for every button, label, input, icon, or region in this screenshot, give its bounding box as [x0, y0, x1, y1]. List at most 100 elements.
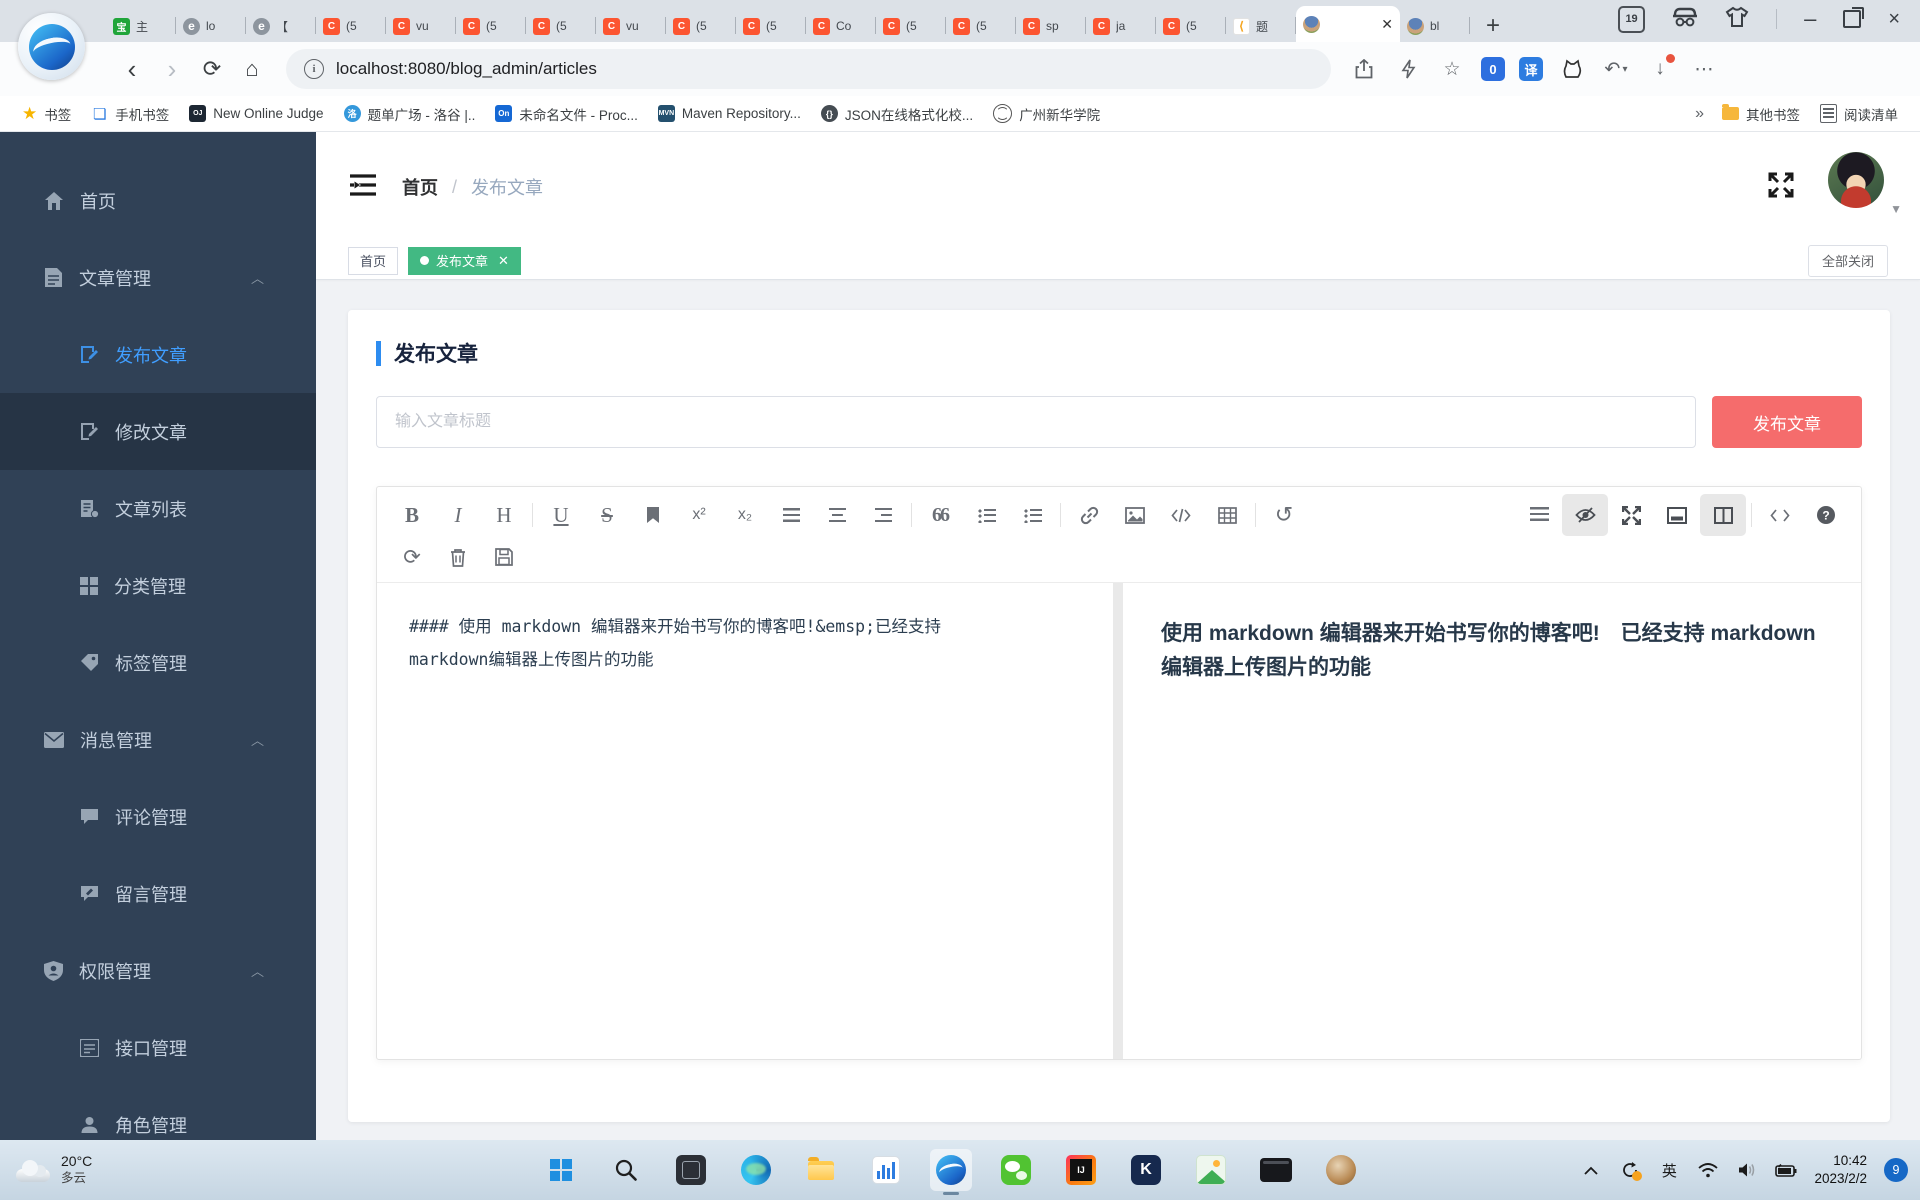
breadcrumb-home[interactable]: 首页 — [402, 174, 438, 200]
italic-icon[interactable]: I — [435, 494, 481, 536]
browser-tab[interactable]: Cvu — [596, 10, 666, 42]
volume-icon[interactable] — [1736, 1159, 1758, 1181]
fullscreen-editor-icon[interactable] — [1608, 494, 1654, 536]
unordered-list-icon[interactable] — [1009, 494, 1055, 536]
bookmark-item[interactable]: 洛题单广场 - 洛谷 |.. — [334, 101, 486, 127]
sidebar-group-permissions[interactable]: 权限管理 ︿ — [0, 932, 316, 1009]
bookmark-item[interactable]: ❏手机书签 — [81, 101, 179, 127]
forward-button[interactable]: › — [152, 49, 192, 89]
bookmark-item[interactable]: ★书签 — [12, 101, 81, 127]
sidebar-group-articles[interactable]: 文章管理 ︿ — [0, 239, 316, 316]
quote-icon[interactable]: 66 — [917, 494, 963, 536]
browser-tab[interactable]: Csp — [1016, 10, 1086, 42]
align-right-icon[interactable] — [860, 494, 906, 536]
sidebar-group-messages[interactable]: 消息管理 ︿ — [0, 701, 316, 778]
downloads-icon[interactable]: ↓ — [1645, 54, 1675, 84]
taskbar-app-chart[interactable] — [865, 1149, 907, 1191]
browser-tab[interactable]: Cvu — [386, 10, 456, 42]
subscript-icon[interactable]: x₂ — [722, 494, 768, 536]
browser-tab[interactable]: C(5 — [526, 10, 596, 42]
sidebar-item-article-list[interactable]: 文章列表 — [0, 470, 316, 547]
browser-tab[interactable]: elo — [176, 10, 246, 42]
tag-view-home[interactable]: 首页 — [348, 247, 398, 275]
performance-flash-icon[interactable] — [1393, 54, 1423, 84]
browser-tab[interactable]: e【 — [246, 10, 316, 42]
extension-pet-icon[interactable] — [1557, 54, 1587, 84]
sidebar-collapse-icon[interactable] — [350, 174, 376, 201]
sidebar-item-api-management[interactable]: 接口管理 — [0, 1009, 316, 1086]
bookmark-item[interactable]: OJNew Online Judge — [179, 101, 333, 127]
fullscreen-icon[interactable] — [1768, 172, 1794, 203]
share-icon[interactable] — [1349, 54, 1379, 84]
back-button[interactable]: ‹ — [112, 49, 152, 89]
new-tab-button[interactable]: + — [1486, 14, 1500, 38]
taskbar-app-pet[interactable] — [1320, 1149, 1362, 1191]
underline-icon[interactable]: U — [538, 494, 584, 536]
tab-close-icon[interactable]: ✕ — [1381, 16, 1393, 33]
translate-extension-icon[interactable]: 译 — [1519, 57, 1543, 81]
split-columns-icon[interactable] — [1700, 494, 1746, 536]
tag-view-publish-article[interactable]: 发布文章 ✕ — [408, 247, 521, 275]
bold-icon[interactable]: B — [389, 494, 435, 536]
html-source-icon[interactable] — [1757, 494, 1803, 536]
browser-tab[interactable]: C(5 — [456, 10, 526, 42]
publish-button[interactable]: 发布文章 — [1712, 396, 1862, 448]
search-button[interactable] — [605, 1149, 647, 1191]
bookmark-mark-icon[interactable] — [630, 494, 676, 536]
sidebar-item-publish-article[interactable]: 发布文章 — [0, 316, 316, 393]
header-icon[interactable]: H — [481, 494, 527, 536]
browser-tab[interactable]: bl — [1400, 10, 1470, 42]
tag-close-icon[interactable]: ✕ — [498, 253, 509, 269]
wifi-icon[interactable] — [1697, 1159, 1719, 1181]
address-bar[interactable]: i localhost:8080/blog_admin/articles — [286, 49, 1331, 89]
undo-icon[interactable]: ↺ — [1261, 494, 1307, 536]
bookmark-item[interactable]: {}JSON在线格式化校... — [811, 101, 983, 127]
taskbar-app-screen[interactable] — [1255, 1149, 1297, 1191]
home-button[interactable]: ⌂ — [232, 49, 272, 89]
align-left-icon[interactable] — [768, 494, 814, 536]
taskbar-app-file-explorer[interactable] — [800, 1149, 842, 1191]
save-icon[interactable] — [481, 536, 527, 578]
taskbar-app-wechat[interactable] — [995, 1149, 1037, 1191]
tab-count-badge[interactable]: 19 — [1618, 6, 1645, 33]
user-avatar[interactable] — [1828, 152, 1884, 208]
article-title-input[interactable] — [376, 396, 1696, 448]
browser-logo[interactable] — [18, 13, 85, 80]
notification-count-badge[interactable]: 9 — [1884, 1158, 1908, 1182]
sidebar-item-category-management[interactable]: 分类管理 — [0, 547, 316, 624]
bookmark-star-icon[interactable]: ☆ — [1437, 54, 1467, 84]
image-icon[interactable] — [1112, 494, 1158, 536]
browser-tab[interactable]: C(5 — [876, 10, 946, 42]
sidebar-item-home[interactable]: 首页 — [0, 162, 316, 239]
sidebar-item-edit-article[interactable]: 修改文章 — [0, 393, 316, 470]
taskbar-app-browser-active[interactable] — [930, 1149, 972, 1191]
browser-tab[interactable]: C(5 — [316, 10, 386, 42]
browser-tab[interactable]: 宝主 — [106, 10, 176, 42]
browser-tab[interactable]: ⟨题 — [1226, 10, 1296, 42]
strikethrough-icon[interactable]: S — [584, 494, 630, 536]
taskbar-app-intellij-idea[interactable]: IJ — [1060, 1149, 1102, 1191]
bookmark-item[interactable]: MVNMaven Repository... — [648, 101, 811, 127]
theme-shirt-icon[interactable] — [1725, 6, 1749, 33]
browser-tab[interactable]: C(5 — [1156, 10, 1226, 42]
sidebar-item-role-management[interactable]: 角色管理 — [0, 1086, 316, 1140]
trash-icon[interactable] — [435, 536, 481, 578]
maximize-button[interactable] — [1843, 10, 1861, 28]
preview-eye-off-icon[interactable] — [1562, 494, 1608, 536]
taskbar-clock[interactable]: 10:42 2023/2/2 — [1814, 1152, 1867, 1187]
taskbar-app-widgets[interactable] — [670, 1149, 712, 1191]
markdown-source-pane[interactable]: #### 使用 markdown 编辑器来开始书写你的博客吧!&emsp;已经支… — [377, 583, 1113, 1059]
taskbar-app-gallery[interactable] — [1190, 1149, 1232, 1191]
browser-tab-active[interactable]: ✕ — [1296, 6, 1400, 42]
other-bookmarks-folder[interactable]: 其他书签 — [1712, 101, 1810, 127]
battery-icon[interactable] — [1775, 1159, 1797, 1181]
weather-widget[interactable]: 20°C 多云 — [0, 1153, 106, 1186]
browser-tab[interactable]: C(5 — [666, 10, 736, 42]
table-icon[interactable] — [1204, 494, 1250, 536]
ordered-list-icon[interactable] — [963, 494, 1009, 536]
site-info-icon[interactable]: i — [304, 59, 324, 79]
browser-tab[interactable]: C(5 — [946, 10, 1016, 42]
sidebar-item-comment-management[interactable]: 评论管理 — [0, 778, 316, 855]
bookmark-item[interactable]: 广州新华学院 — [983, 101, 1110, 127]
browser-tab[interactable]: C(5 — [736, 10, 806, 42]
